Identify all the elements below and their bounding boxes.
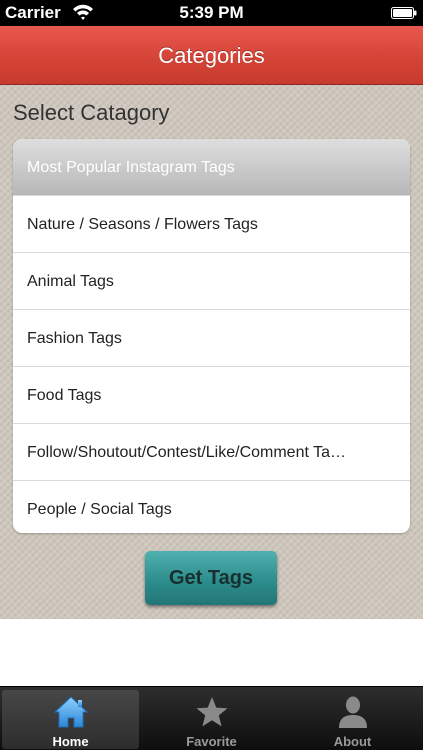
category-item-food[interactable]: Food Tags <box>13 367 410 424</box>
get-tags-button[interactable]: Get Tags <box>145 551 277 605</box>
category-item-label: Nature / Seasons / Flowers Tags <box>27 216 258 233</box>
page-title: Categories <box>158 43 265 68</box>
category-item-label: Fashion Tags <box>27 330 122 347</box>
status-bar: Carrier 5:39 PM <box>0 0 423 26</box>
navigation-bar: Categories <box>0 26 423 85</box>
status-time: 5:39 PM <box>179 3 244 22</box>
category-item-fashion[interactable]: Fashion Tags <box>13 310 410 367</box>
category-item-people-social[interactable]: People / Social Tags <box>13 481 410 533</box>
category-item-label: People / Social Tags <box>27 501 172 518</box>
battery-icon <box>391 7 417 19</box>
tab-home-label: Home <box>52 734 89 749</box>
category-item-follow-shoutout[interactable]: Follow/Shoutout/Contest/Like/Comment Ta… <box>13 424 410 481</box>
tab-home[interactable]: Home <box>2 690 139 749</box>
category-list[interactable]: Most Popular Instagram Tags Nature / Sea… <box>13 139 410 533</box>
tab-about[interactable]: About <box>284 690 421 749</box>
category-item-label: Food Tags <box>27 387 102 404</box>
star-icon <box>196 697 227 727</box>
category-item-most-popular[interactable]: Most Popular Instagram Tags <box>13 139 410 196</box>
category-item-animal[interactable]: Animal Tags <box>13 253 410 310</box>
category-item-label: Animal Tags <box>27 273 114 290</box>
tab-bar: Home Favorite About <box>0 686 423 750</box>
category-item-label: Most Popular Instagram Tags <box>27 159 235 176</box>
person-icon <box>338 696 367 728</box>
app-screen: Carrier 5:39 PM Categories Select Catago… <box>0 0 423 750</box>
section-heading: Select Catagory <box>13 100 170 125</box>
category-item-nature[interactable]: Nature / Seasons / Flowers Tags <box>13 196 410 253</box>
tab-favorite[interactable]: Favorite <box>143 690 280 749</box>
home-icon <box>53 696 88 728</box>
tab-favorite-label: Favorite <box>186 734 237 749</box>
category-item-label: Follow/Shoutout/Contest/Like/Comment Ta… <box>27 444 346 461</box>
tab-about-label: About <box>333 734 372 749</box>
content-area: Select Catagory Most Popular Instagram T… <box>0 85 423 619</box>
